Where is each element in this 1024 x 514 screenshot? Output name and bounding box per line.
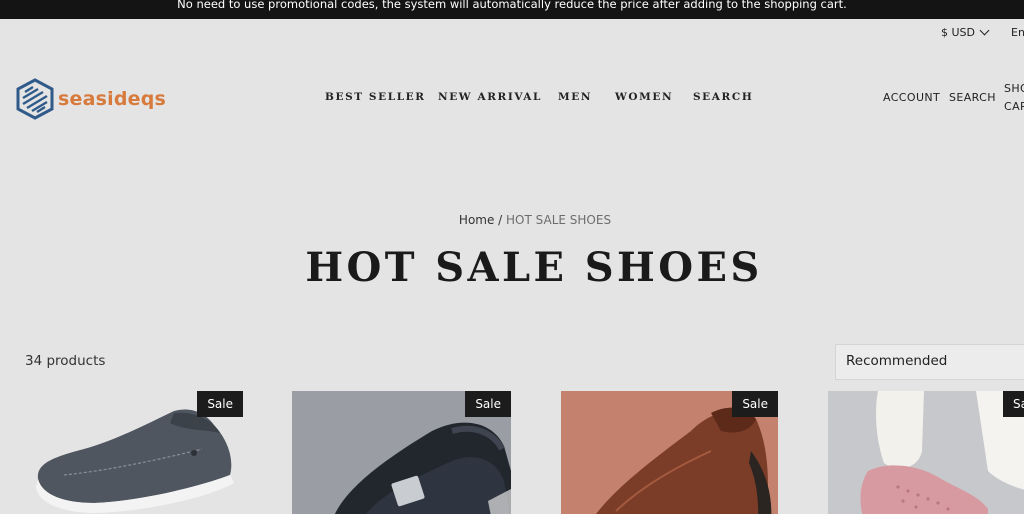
breadcrumb-current: HOT SALE SHOES	[506, 213, 612, 227]
shopping-cart-link-line1[interactable]: SHO	[1004, 82, 1024, 95]
sort-select[interactable]: Recommended	[835, 344, 1024, 380]
breadcrumb-home[interactable]: Home	[459, 213, 494, 227]
product-card[interactable]: Sale	[292, 391, 511, 514]
currency-selector[interactable]: $ USD	[941, 25, 990, 39]
page-title: HOT SALE SHOES	[305, 244, 763, 291]
search-link[interactable]: SEARCH	[949, 91, 996, 104]
account-link[interactable]: ACCOUNT	[883, 91, 940, 104]
chevron-down-icon	[979, 25, 990, 36]
currency-label: $ USD	[941, 26, 975, 39]
breadcrumb-separator: /	[494, 213, 507, 227]
product-card[interactable]: Sale	[561, 391, 778, 514]
announcement-bar: No need to use promotional codes, the sy…	[0, 0, 1024, 19]
product-card[interactable]: Sale	[828, 391, 1024, 514]
breadcrumb: Home / HOT SALE SHOES	[0, 213, 1024, 227]
nav-item-men[interactable]: MEN	[558, 91, 592, 103]
sale-badge: Sale	[197, 391, 243, 417]
shopping-cart-link-line2[interactable]: CAR	[1004, 100, 1024, 113]
nav-item-new-arrival[interactable]: NEW ARRIVAL	[438, 91, 542, 103]
product-count: 34 products	[25, 353, 106, 369]
sale-badge: Sale	[465, 391, 511, 417]
announcement-text: No need to use promotional codes, the sy…	[177, 0, 847, 11]
brand-name: seasideqs	[58, 88, 167, 110]
nav-item-best-seller[interactable]: BEST SELLER	[325, 91, 426, 103]
sale-badge: Sale	[732, 391, 778, 417]
nav-item-search[interactable]: SEARCH	[693, 91, 753, 103]
sale-badge: Sale	[1003, 391, 1024, 417]
brand-logo[interactable]: seasideqs	[16, 78, 166, 120]
cube-logo-icon	[16, 78, 54, 120]
product-image-pink-shoe	[828, 391, 1024, 514]
product-card[interactable]: Sale	[24, 391, 243, 514]
language-selector[interactable]: En	[1011, 26, 1024, 39]
sort-selected-value: Recommended	[846, 353, 948, 369]
nav-item-women[interactable]: WOMEN	[615, 91, 673, 103]
